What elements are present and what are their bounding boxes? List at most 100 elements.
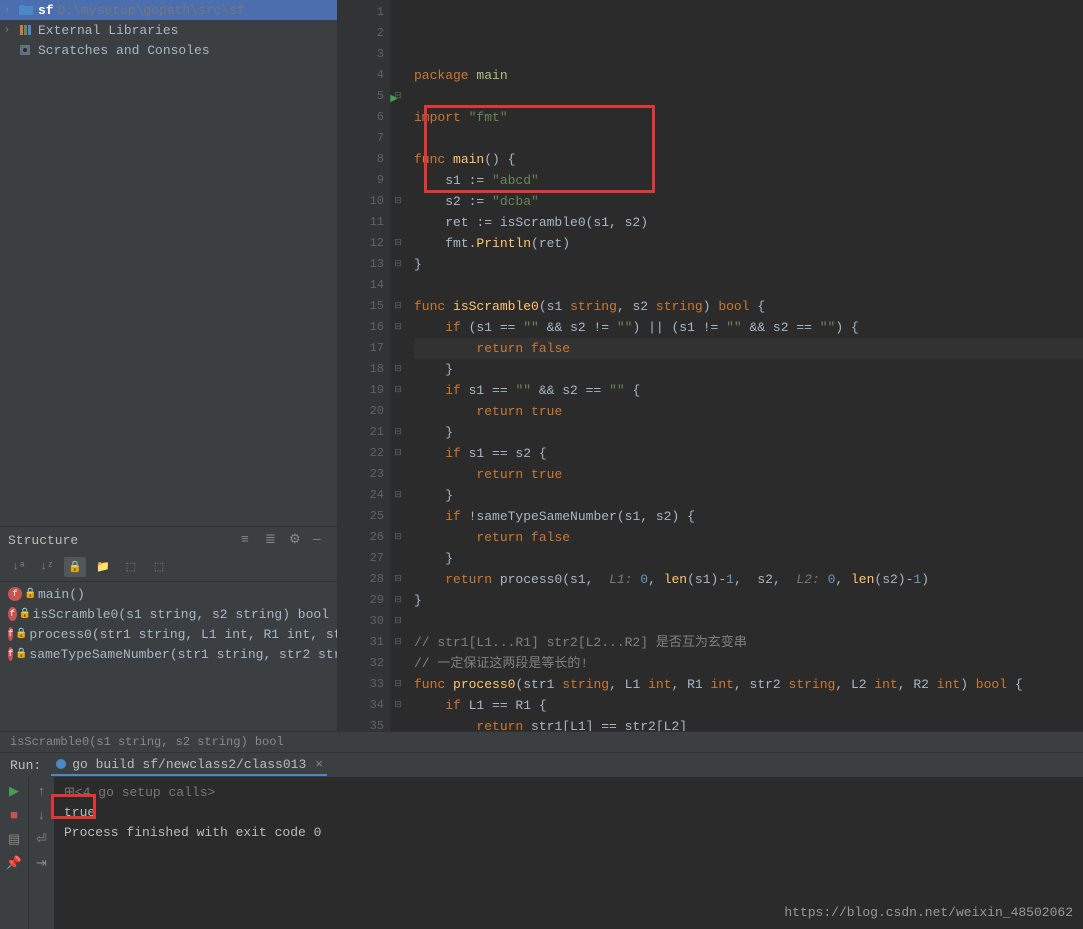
down-icon[interactable]: ↓ (34, 807, 50, 823)
sort-alpha-btn[interactable]: ↓ᶻ (36, 557, 58, 577)
run-tab[interactable]: go build sf/newclass2/class013 × (51, 755, 327, 776)
layout-icon[interactable]: ▤ (6, 831, 22, 847)
sort-natural-btn[interactable]: ↓ᵃ (8, 557, 30, 577)
run-title: Run: (10, 758, 41, 773)
func-badge-icon: f (8, 627, 13, 641)
code-line[interactable]: ret := isScramble0(s1, s2) (414, 212, 1083, 233)
folder-btn[interactable]: 📁 (92, 557, 114, 577)
struct-label: main() (38, 587, 85, 602)
code-line[interactable]: return str1[L1] == str2[L2] (414, 716, 1083, 731)
wrap-icon[interactable]: ⏎ (34, 831, 50, 847)
tree-root[interactable]: › sf D:\mysetup\gopath\src\sf (0, 0, 337, 20)
gear-icon[interactable]: ⚙ (289, 532, 305, 548)
code-line[interactable]: } (414, 359, 1083, 380)
code-line[interactable]: } (414, 548, 1083, 569)
code-line[interactable] (414, 86, 1083, 107)
code-line[interactable]: func main() { (414, 149, 1083, 170)
tree-label: Scratches and Consoles (38, 43, 210, 58)
chevron-right-icon[interactable]: › (4, 5, 16, 16)
run-header: Run: go build sf/newclass2/class013 × (0, 753, 1083, 777)
structure-panel: Structure ≡ ≣ ⚙ — ↓ᵃ ↓ᶻ 🔒 📁 ⬚ ⬚ f🔒main()… (0, 526, 337, 731)
console-line: true (64, 803, 1073, 823)
code-line[interactable]: if !sameTypeSameNumber(s1, s2) { (414, 506, 1083, 527)
lock-icon: 🔒 (15, 628, 25, 640)
tree-external-libs[interactable]: › External Libraries (0, 20, 337, 40)
go-icon (55, 758, 67, 770)
lock-filter-btn[interactable]: 🔒 (64, 557, 86, 577)
left-panel: › sf D:\mysetup\gopath\src\sf › External… (0, 0, 338, 731)
hide-icon[interactable]: — (313, 532, 329, 548)
struct-item[interactable]: f🔒 main() (0, 584, 337, 604)
console[interactable]: ⊞<4 go setup calls>trueProcess finished … (54, 777, 1083, 929)
lock-icon: 🔒 (15, 648, 25, 660)
scroll-icon[interactable]: ⇥ (34, 855, 50, 871)
func-badge-icon: f (8, 587, 22, 601)
tree-label: External Libraries (38, 23, 178, 38)
code-line[interactable]: s2 := "dcba" (414, 191, 1083, 212)
code-line[interactable]: import "fmt" (414, 107, 1083, 128)
code-line[interactable] (414, 611, 1083, 632)
code-line[interactable]: } (414, 590, 1083, 611)
code-line[interactable] (414, 128, 1083, 149)
code-line[interactable]: } (414, 254, 1083, 275)
tree-scratches[interactable]: Scratches and Consoles (0, 40, 337, 60)
code-line[interactable]: fmt.Println(ret) (414, 233, 1083, 254)
code-line[interactable]: } (414, 422, 1083, 443)
lock-icon: 🔒 (19, 608, 29, 620)
tree-root-label: sf (38, 3, 54, 18)
struct-label: sameTypeSameNumber(str1 string, str2 str… (29, 647, 337, 662)
code-line[interactable]: return process0(s1, L1: 0, len(s1)-1, s2… (414, 569, 1083, 590)
code-line[interactable]: if L1 == R1 { (414, 695, 1083, 716)
struct-label: isScramble0(s1 string, s2 string) bool (33, 607, 329, 622)
chevron-right-icon[interactable]: › (4, 25, 16, 36)
stop-icon[interactable]: ■ (6, 807, 22, 823)
autoscroll-btn[interactable]: ⬚ (120, 557, 142, 577)
structure-list[interactable]: f🔒main()f🔒isScramble0(s1 string, s2 stri… (0, 582, 337, 666)
run-gutter-icon[interactable]: ▶ (390, 89, 398, 110)
run-tab-label: go build sf/newclass2/class013 (72, 757, 306, 772)
code-line[interactable]: } (414, 485, 1083, 506)
autoscroll2-btn[interactable]: ⬚ (148, 557, 170, 577)
struct-item[interactable]: f🔒 isScramble0(s1 string, s2 string) bool (0, 604, 337, 624)
editor[interactable]: 12345▶6789101112131415161718192021222324… (338, 0, 1083, 731)
library-icon (19, 24, 35, 36)
folder-icon (19, 4, 35, 16)
run-toolbar-left: ▶ ■ ▤ 📌 (0, 777, 28, 929)
func-badge-icon: f (8, 607, 17, 621)
code-line[interactable]: func process0(str1 string, L1 int, R1 in… (414, 674, 1083, 695)
gutter[interactable]: 12345▶6789101112131415161718192021222324… (338, 0, 390, 731)
up-icon[interactable]: ↑ (34, 783, 50, 799)
structure-title: Structure (8, 533, 241, 548)
code-line[interactable] (414, 275, 1083, 296)
struct-label: process0(str1 string, L1 int, R1 int, st… (29, 627, 337, 642)
code-line[interactable]: // 一定保证这两段是等长的! (414, 653, 1083, 674)
scratches-icon (19, 44, 35, 56)
code-line[interactable]: s1 := "abcd" (414, 170, 1083, 191)
breadcrumb[interactable]: isScramble0(s1 string, s2 string) bool (0, 731, 1083, 752)
run-panel: Run: go build sf/newclass2/class013 × ▶ … (0, 752, 1083, 889)
code-line[interactable]: return false (414, 527, 1083, 548)
structure-header: Structure ≡ ≣ ⚙ — (0, 527, 337, 553)
code-line[interactable]: return true (414, 464, 1083, 485)
tree-root-path: D:\mysetup\gopath\src\sf (58, 3, 245, 18)
code-line[interactable]: return true (414, 401, 1083, 422)
run-toolbar-nav: ↑ ↓ ⏎ ⇥ (28, 777, 54, 929)
rerun-icon[interactable]: ▶ (6, 783, 22, 799)
lock-icon: 🔒 (24, 588, 34, 600)
struct-item[interactable]: f🔒sameTypeSameNumber(str1 string, str2 s… (0, 644, 337, 664)
code-line[interactable]: if s1 == s2 { (414, 443, 1083, 464)
watermark: https://blog.csdn.net/weixin_48502062 (784, 903, 1073, 923)
project-tree[interactable]: › sf D:\mysetup\gopath\src\sf › External… (0, 0, 337, 60)
struct-item[interactable]: f🔒 process0(str1 string, L1 int, R1 int, … (0, 624, 337, 644)
close-icon[interactable]: × (315, 757, 323, 772)
code-line[interactable]: if s1 == "" && s2 == "" { (414, 380, 1083, 401)
code-line[interactable]: // str1[L1...R1] str2[L2...R2] 是否互为玄变串 (414, 632, 1083, 653)
code-area[interactable]: package main import "fmt" func main() { s1… (406, 0, 1083, 731)
code-line[interactable]: package main (414, 65, 1083, 86)
code-line[interactable]: func isScramble0(s1 string, s2 string) b… (414, 296, 1083, 317)
pin-icon[interactable]: 📌 (6, 855, 22, 871)
code-line[interactable]: if (s1 == "" && s2 != "") || (s1 != "" &… (414, 317, 1083, 338)
code-line[interactable]: return false (414, 338, 1083, 359)
collapse-icon[interactable]: ≣ (265, 532, 281, 548)
expand-icon[interactable]: ≡ (241, 532, 257, 548)
